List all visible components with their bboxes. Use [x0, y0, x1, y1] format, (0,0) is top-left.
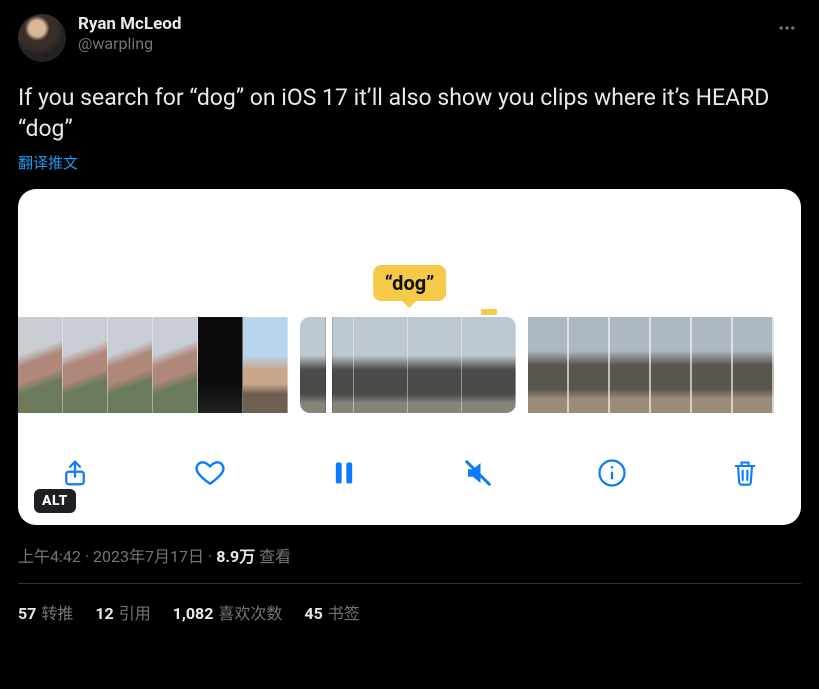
- timeline-marker: [481, 309, 497, 315]
- author-names[interactable]: Ryan McLeod @warpling: [78, 14, 181, 54]
- video-frame: [18, 317, 63, 413]
- retweets-stat[interactable]: 57转推: [18, 600, 73, 624]
- clip-group: [528, 317, 774, 413]
- avatar[interactable]: [18, 14, 66, 62]
- search-tooltip: “dog”: [373, 265, 447, 301]
- video-frame: [528, 317, 569, 413]
- translate-link[interactable]: 翻译推文: [18, 152, 801, 173]
- display-name: Ryan McLeod: [78, 14, 181, 34]
- video-frame: [733, 317, 774, 413]
- video-frame: [354, 317, 408, 413]
- trash-icon: [731, 459, 759, 487]
- video-frame: [692, 317, 733, 413]
- speaker-muted-icon: [463, 458, 493, 488]
- video-frame: [198, 317, 243, 413]
- mute-button[interactable]: [463, 458, 493, 488]
- ellipsis-icon: [777, 18, 797, 38]
- like-button[interactable]: [194, 457, 226, 489]
- video-frame: [153, 317, 198, 413]
- media-toolbar: [18, 449, 801, 497]
- video-timeline[interactable]: [18, 317, 801, 413]
- clip-group-active: [300, 317, 516, 413]
- video-frame: [243, 317, 288, 413]
- video-frame: [63, 317, 108, 413]
- share-icon: [60, 458, 90, 488]
- info-button[interactable]: [597, 458, 627, 488]
- quotes-stat[interactable]: 12引用: [95, 600, 150, 624]
- video-frame: [462, 317, 516, 413]
- views-count: 8.9万: [216, 547, 255, 566]
- video-frame: [610, 317, 651, 413]
- info-icon: [597, 458, 627, 488]
- clip-group: [18, 317, 288, 413]
- video-frame: [569, 317, 610, 413]
- video-frame: [408, 317, 462, 413]
- tweet-stats: 57转推 12引用 1,082喜欢次数 45书签: [18, 584, 801, 624]
- bookmarks-stat[interactable]: 45书签: [304, 600, 359, 624]
- video-frame: [651, 317, 692, 413]
- handle: @warpling: [78, 34, 181, 53]
- tweet-header: Ryan McLeod @warpling: [18, 14, 801, 62]
- heart-icon: [194, 457, 226, 489]
- alt-badge[interactable]: ALT: [34, 489, 76, 513]
- tweet-time[interactable]: 上午4:42: [18, 547, 81, 566]
- tweet-text: If you search for “dog” on iOS 17 it’ll …: [18, 82, 801, 144]
- tweet-container: Ryan McLeod @warpling If you search for …: [0, 0, 819, 624]
- tweet-meta: 上午4:42·2023年7月17日·8.9万 查看: [18, 543, 801, 567]
- playhead[interactable]: [326, 317, 332, 413]
- video-frame: [108, 317, 153, 413]
- more-button[interactable]: [773, 14, 801, 42]
- views-label: 查看: [259, 547, 291, 566]
- likes-stat[interactable]: 1,082喜欢次数: [173, 600, 283, 624]
- pause-icon: [330, 459, 358, 487]
- share-button[interactable]: [60, 458, 90, 488]
- delete-button[interactable]: [731, 459, 759, 487]
- tweet-date[interactable]: 2023年7月17日: [93, 547, 204, 566]
- pause-button[interactable]: [330, 459, 358, 487]
- media-card[interactable]: “dog”: [18, 189, 801, 525]
